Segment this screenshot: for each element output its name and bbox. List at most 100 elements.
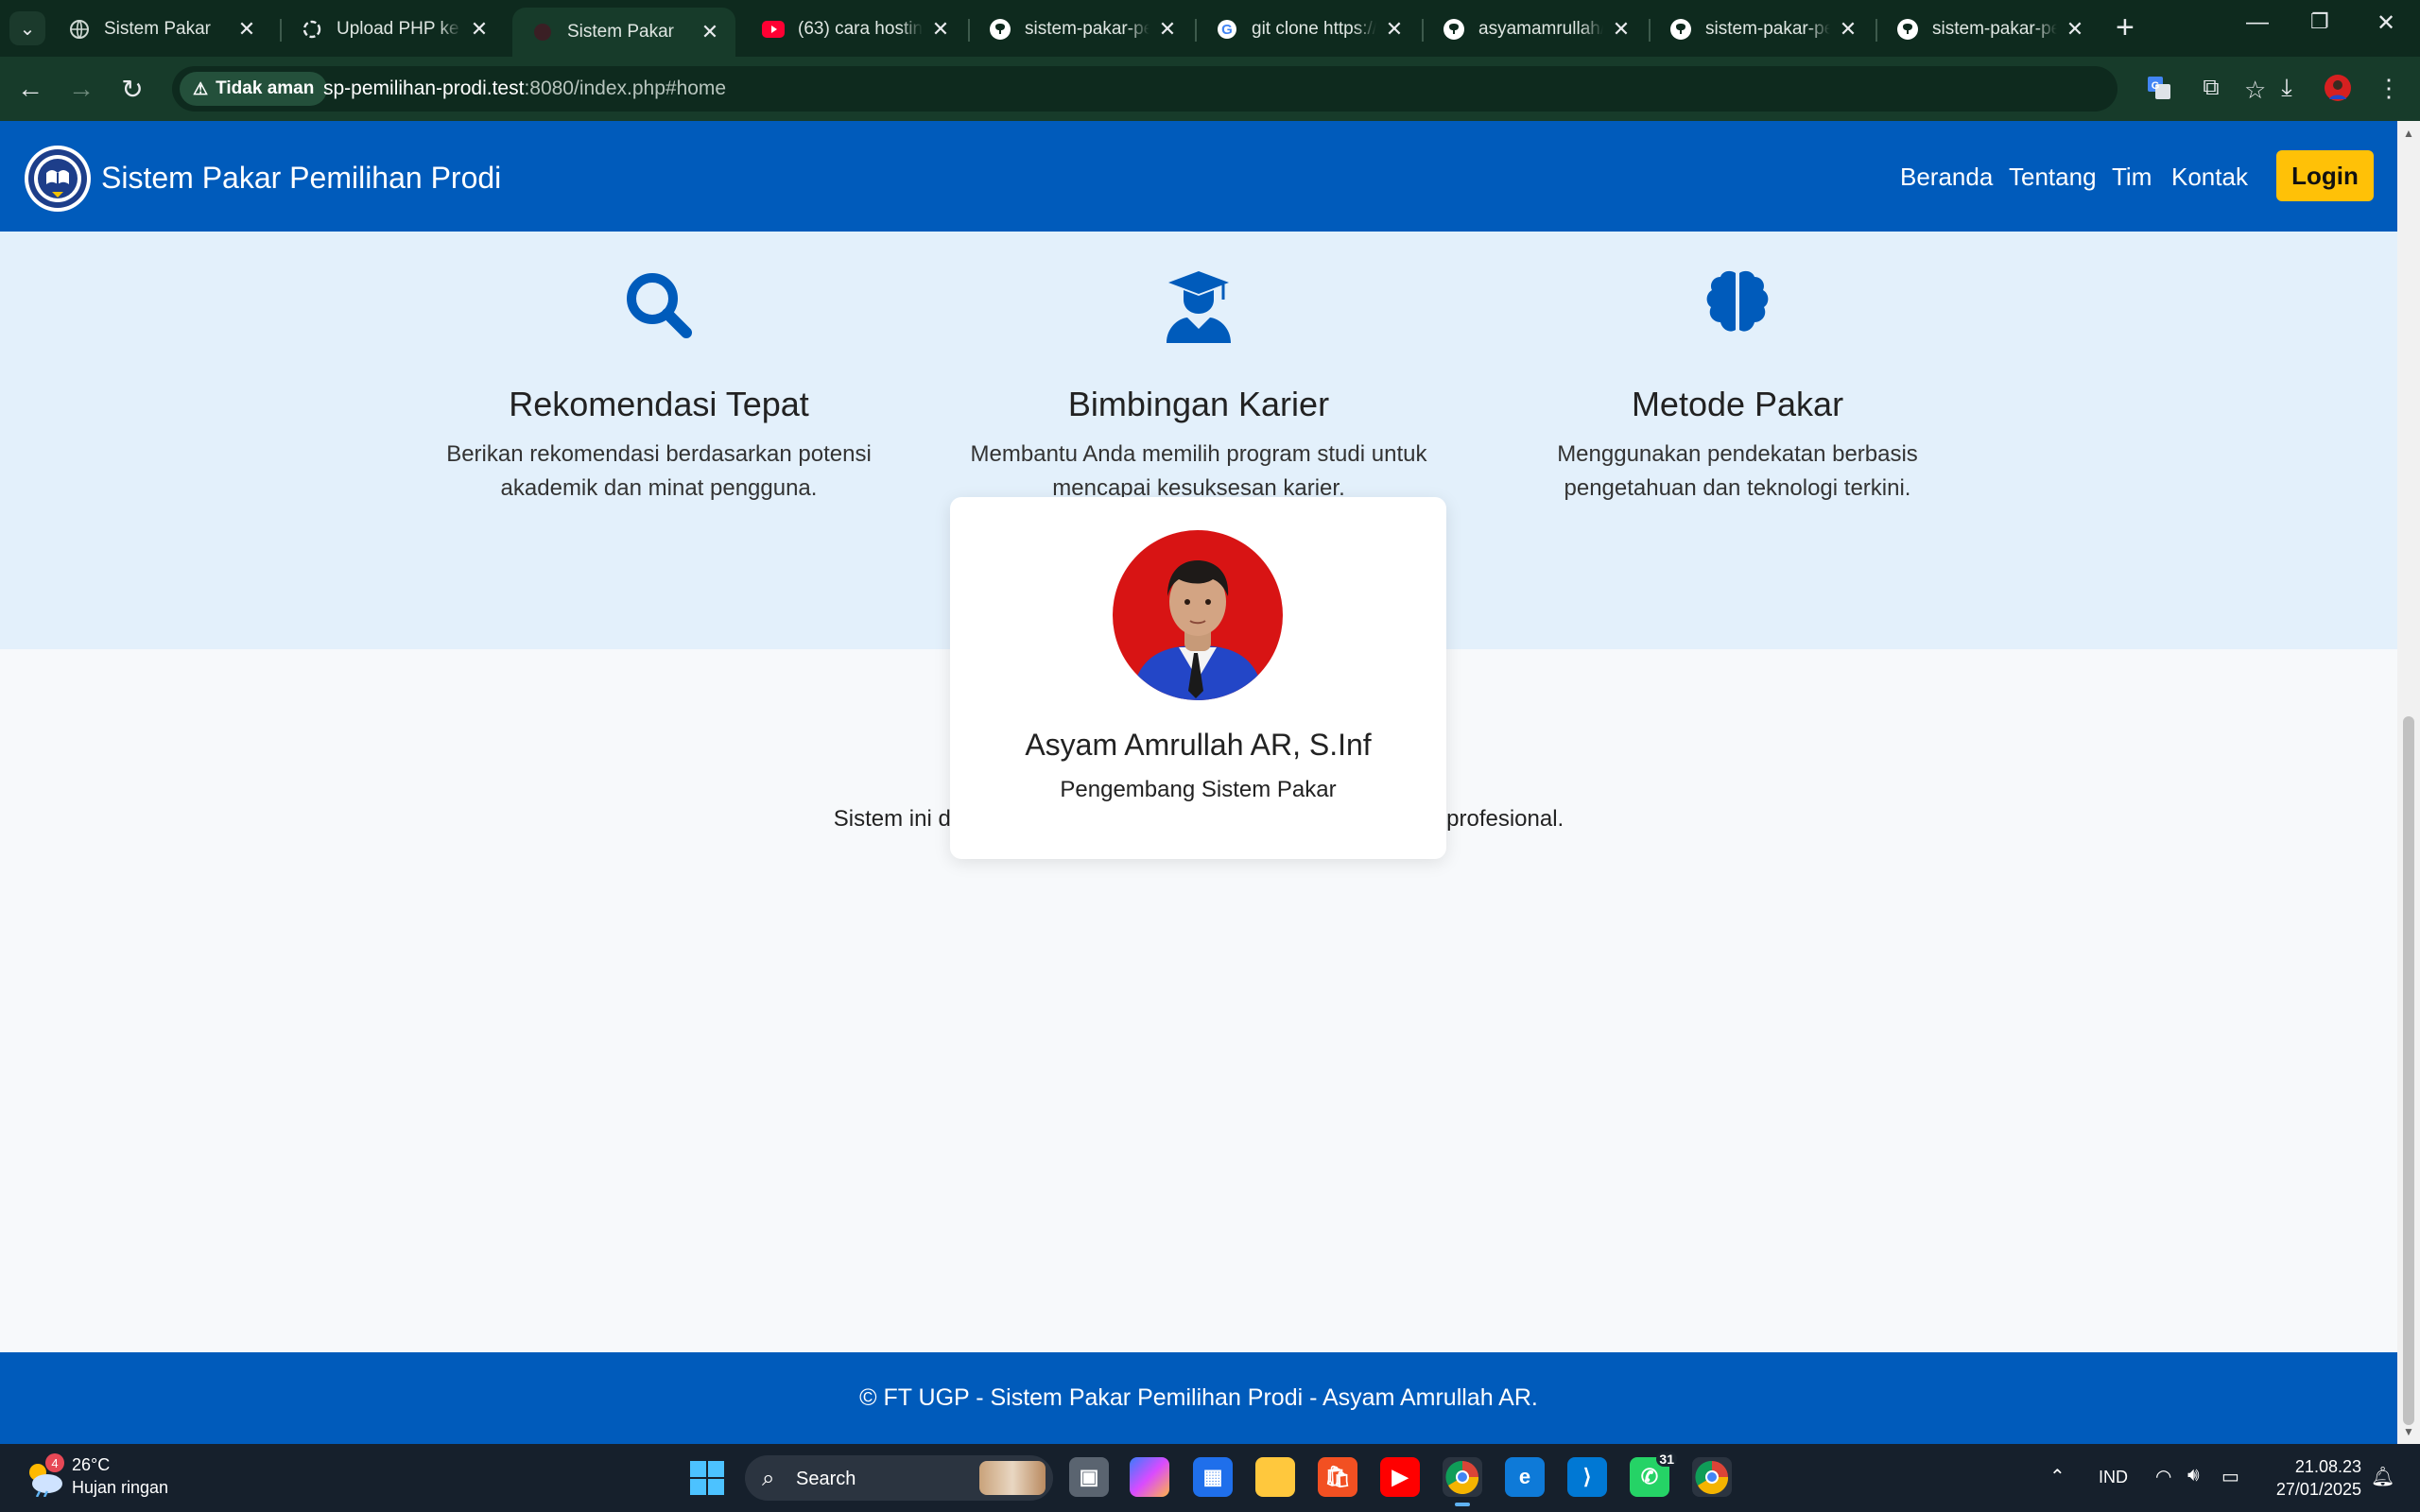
browser-tab[interactable]: sistem-pakar-pemilihan ✕: [970, 8, 1193, 51]
youtube-icon[interactable]: ▶: [1380, 1457, 1420, 1497]
close-icon[interactable]: ✕: [1157, 17, 1178, 42]
site-brand[interactable]: Sistem Pakar Pemilihan Prodi: [101, 161, 501, 196]
extensions-puzzle-icon[interactable]: ⧉: [2195, 72, 2227, 104]
chrome-icon[interactable]: [1443, 1457, 1482, 1506]
weather-description[interactable]: Hujan ringan: [72, 1478, 168, 1498]
chrome-profile-icon[interactable]: [1692, 1457, 1732, 1497]
restore-icon[interactable]: ❐: [2310, 9, 2329, 34]
tab-title: asyamamrullah/sistem: [1478, 19, 1603, 39]
browser-tab[interactable]: asyamamrullah/sistem ✕: [1424, 8, 1647, 51]
member-name: Asyam Amrullah AR, S.Inf: [1025, 728, 1372, 762]
scroll-down-icon[interactable]: ▼: [2403, 1425, 2414, 1438]
wifi-icon[interactable]: ◠: [2155, 1465, 2171, 1488]
bookmark-star-icon[interactable]: ☆: [2244, 76, 2266, 105]
url-text[interactable]: sp-pemilihan-prodi.test:8080/index.php#h…: [323, 77, 726, 100]
weather-temperature[interactable]: 26°C: [72, 1455, 110, 1475]
edge-icon[interactable]: e: [1505, 1457, 1545, 1497]
copilot-icon[interactable]: [1130, 1457, 1169, 1497]
feature-description: Membantu Anda memilih program studi untu…: [970, 441, 1427, 501]
close-icon[interactable]: ✕: [930, 17, 951, 42]
tab-strip: ⌄ Sistem Pakar ✕ Upload PHP ke GitHub ✕ …: [0, 0, 2420, 57]
security-chip[interactable]: ⚠ Tidak aman: [180, 72, 328, 106]
browser-tab[interactable]: (63) cara hosting ✕: [743, 8, 966, 51]
nav-link-tentang[interactable]: Tentang: [2009, 163, 2097, 192]
feature-description: Berikan rekomendasi berdasarkan potensi a…: [446, 441, 872, 501]
close-icon[interactable]: ✕: [1611, 17, 1632, 42]
tab-title: (63) cara hosting: [798, 19, 923, 39]
microsoft-store-icon[interactable]: ▦: [1193, 1457, 1233, 1497]
browser-tab-active[interactable]: Sistem Pakar ✕: [512, 8, 735, 57]
whatsapp-badge: 31: [1656, 1452, 1677, 1467]
browser-menu-icon[interactable]: ⋮: [2373, 72, 2405, 104]
system-clock[interactable]: 21.08.23 27/01/2025: [2267, 1455, 2361, 1501]
feature-title: Bimbingan Karier: [1067, 385, 1330, 423]
taskbar-search[interactable]: ⌕ Search: [745, 1455, 1053, 1501]
browser-tab[interactable]: Sistem Pakar ✕: [49, 8, 272, 51]
browser-tab[interactable]: sistem-pakar-pemilihan ✕: [1651, 8, 1874, 51]
scrollbar-thumb[interactable]: [2403, 716, 2414, 1425]
windows-start-icon[interactable]: [690, 1461, 724, 1495]
site-navbar: Sistem Pakar Pemilihan Prodi Beranda Ten…: [0, 121, 2397, 232]
page-viewport: Sistem Pakar Pemilihan Prodi Beranda Ten…: [0, 121, 2397, 1444]
browser-tab[interactable]: G git clone https:// ✕: [1197, 8, 1420, 51]
tab-title: Sistem Pakar: [567, 22, 674, 42]
tab-title: Sistem Pakar: [104, 19, 211, 39]
feature-card: Metode Pakar Menggunakan pendekatan berb…: [1473, 267, 2002, 506]
tray-chevron-up-icon[interactable]: ⌃: [2049, 1465, 2066, 1488]
forward-icon[interactable]: →: [64, 72, 98, 106]
download-icon[interactable]: ⤓: [2271, 72, 2303, 104]
team-member-card: Asyam Amrullah AR, S.Inf Pengembang Sist…: [950, 497, 1446, 859]
back-icon[interactable]: ←: [13, 72, 47, 106]
close-icon[interactable]: ✕: [700, 20, 720, 44]
login-button[interactable]: Login: [2276, 150, 2374, 201]
search-icon: ⌕: [762, 1466, 775, 1491]
notification-bell-icon[interactable]: 🔔︎: [2371, 1465, 2394, 1488]
site-logo-icon: [531, 21, 554, 43]
close-icon[interactable]: ✕: [1384, 17, 1405, 42]
weather-badge: 4: [45, 1453, 64, 1472]
chatgpt-icon: [301, 18, 323, 41]
browser-toolbar: ← → ↻ ⚠ Tidak aman sp-pemilihan-prodi.te…: [0, 57, 2420, 121]
close-icon[interactable]: ✕: [1838, 17, 1858, 42]
warning-icon: ⚠: [193, 78, 209, 98]
language-indicator[interactable]: IND: [2099, 1468, 2128, 1487]
task-view-icon[interactable]: ▣: [1069, 1457, 1109, 1497]
google-icon: G: [1216, 18, 1238, 41]
graduate-icon: [1167, 271, 1231, 343]
nav-link-kontak[interactable]: Kontak: [2171, 163, 2248, 192]
shopee-icon[interactable]: 🛍: [1318, 1457, 1357, 1497]
vscode-icon[interactable]: ⟩: [1567, 1457, 1607, 1497]
tab-title: git clone https://: [1252, 19, 1376, 39]
volume-icon[interactable]: 🔊︎: [2187, 1465, 2200, 1486]
youtube-icon: [762, 18, 785, 41]
nav-link-beranda[interactable]: Beranda: [1900, 163, 1993, 192]
tab-title: Upload PHP ke GitHub: [337, 19, 461, 39]
scroll-up-icon[interactable]: ▲: [2403, 127, 2414, 140]
battery-icon[interactable]: ▭: [2221, 1465, 2239, 1488]
nav-link-tim[interactable]: Tim: [2112, 163, 2152, 192]
feature-card: Rekomendasi Tepat Berikan rekomendasi be…: [394, 267, 924, 506]
reload-icon[interactable]: ↻: [115, 72, 149, 106]
tab-search-button[interactable]: ⌄: [9, 11, 45, 45]
minimize-icon[interactable]: —: [2246, 9, 2269, 36]
browser-tab[interactable]: sistem-pakar-pemilihan ✕: [1877, 8, 2100, 51]
feature-description: Menggunakan pendekatan berbasis pengetahu…: [1557, 441, 1918, 501]
window-close-icon[interactable]: ✕: [2377, 9, 2395, 37]
whatsapp-icon[interactable]: ✆ 31: [1630, 1452, 1677, 1497]
browser-tab[interactable]: Upload PHP ke GitHub ✕: [282, 8, 505, 51]
close-icon[interactable]: ✕: [469, 17, 490, 42]
brain-icon: [1706, 270, 1769, 332]
page-scrollbar[interactable]: ▲ ▼: [2397, 121, 2420, 1444]
footer-text: © FT UGP - Sistem Pakar Pemilihan Prodi …: [859, 1384, 1538, 1411]
feature-title: Metode Pakar: [1631, 385, 1844, 423]
globe-icon: [68, 18, 91, 41]
file-explorer-icon[interactable]: [1255, 1457, 1295, 1497]
close-icon[interactable]: ✕: [2065, 17, 2085, 42]
university-logo-icon[interactable]: [24, 145, 92, 213]
new-tab-icon[interactable]: +: [2116, 11, 2135, 43]
translate-icon[interactable]: G: [2143, 72, 2175, 104]
address-bar[interactable]: ⚠ Tidak aman sp-pemilihan-prodi.test:808…: [172, 66, 2266, 112]
tab-title: sistem-pakar-pemilihan: [1705, 19, 1830, 39]
close-icon[interactable]: ✕: [236, 17, 257, 42]
profile-avatar[interactable]: [2322, 72, 2354, 104]
